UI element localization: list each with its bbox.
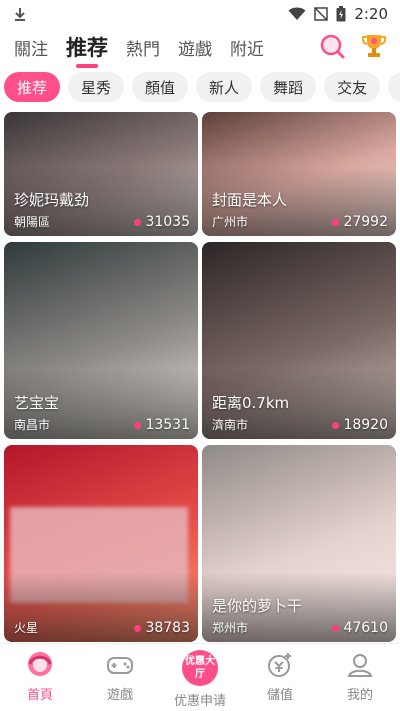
pill-music[interactable]: 音 xyxy=(388,72,400,102)
stream-title: 距离0.7km xyxy=(212,394,290,412)
viewer-count: 27992 xyxy=(332,214,388,230)
stream-card[interactable]: 艺宝宝 南昌市 13531 xyxy=(4,242,198,439)
download-icon xyxy=(15,8,25,21)
search-icon[interactable] xyxy=(318,32,346,60)
wifi-icon xyxy=(288,7,306,20)
stream-location: 火星 xyxy=(14,621,39,635)
promo-hall-icon: 优惠大厅 xyxy=(182,650,218,686)
live-dot-icon xyxy=(134,624,142,632)
viewer-count: 38783 xyxy=(134,620,190,636)
tab-recommend[interactable]: 推荐 xyxy=(66,32,108,68)
top-tabs: 關注 推荐 熱門 遊戲 附近 xyxy=(0,28,400,68)
live-dot-icon xyxy=(332,218,340,226)
stream-location: 郑州市 xyxy=(212,621,249,635)
stream-title: 艺宝宝 xyxy=(14,394,60,412)
stream-card[interactable]: 封面是本人 广州市 27992 xyxy=(202,112,396,236)
live-dot-icon xyxy=(332,624,340,632)
live-dot-icon xyxy=(134,218,142,226)
pill-newcomer[interactable]: 新人 xyxy=(196,72,253,102)
stream-card[interactable]: 珍妮玛戴劲 朝陽區 31035 xyxy=(4,112,198,236)
viewer-count: 18920 xyxy=(332,417,388,433)
pill-star-show[interactable]: 星秀 xyxy=(68,72,125,102)
nav-games[interactable]: 遊戲 xyxy=(80,644,160,711)
tab-follow[interactable]: 關注 xyxy=(14,35,48,60)
stream-card[interactable]: 距离0.7km 濟南市 18920 xyxy=(202,242,396,439)
gamepad-icon xyxy=(107,657,133,674)
coin-plus-icon xyxy=(268,653,291,677)
stream-grid: 珍妮玛戴劲 朝陽區 31035 封面是本人 广州市 27992 艺宝宝 南昌市 … xyxy=(0,112,400,642)
viewer-count: 13531 xyxy=(134,417,190,433)
home-girl-icon xyxy=(28,652,52,676)
nav-me[interactable]: 我的 xyxy=(320,644,400,711)
status-time: 2:20 xyxy=(354,5,388,23)
bottom-nav: 首頁 遊戲 优惠大厅 优惠申请 儲值 我的 xyxy=(0,643,400,711)
battery-icon xyxy=(336,6,346,22)
nav-promo[interactable]: 优惠大厅 优惠申请 xyxy=(160,644,240,711)
stream-title: 是你的萝卜干 xyxy=(212,597,303,615)
live-dot-icon xyxy=(332,421,340,429)
stream-location: 广州市 xyxy=(212,215,249,229)
stream-card[interactable]: 是你的萝卜干 郑州市 47610 xyxy=(202,445,396,642)
tab-games[interactable]: 遊戲 xyxy=(178,35,212,60)
stream-location: 濟南市 xyxy=(212,418,249,432)
pill-looks[interactable]: 顏值 xyxy=(132,72,189,102)
pill-recommend[interactable]: 推荐 xyxy=(4,72,61,102)
viewer-count: 47610 xyxy=(332,620,388,636)
user-icon xyxy=(347,654,373,677)
stream-location: 朝陽區 xyxy=(14,215,51,229)
nav-home[interactable]: 首頁 xyxy=(0,644,80,711)
stream-title: 封面是本人 xyxy=(212,191,288,209)
pill-friends[interactable]: 交友 xyxy=(324,72,381,102)
status-bar: 2:20 xyxy=(0,0,400,28)
nav-recharge[interactable]: 儲值 xyxy=(240,644,320,711)
tab-nearby[interactable]: 附近 xyxy=(230,35,264,60)
stream-title: 珍妮玛戴劲 xyxy=(14,191,90,209)
tab-hot[interactable]: 熱門 xyxy=(126,35,160,60)
category-pills: 推荐 星秀 顏值 新人 舞蹈 交友 音 xyxy=(0,72,400,104)
viewer-count: 31035 xyxy=(134,214,190,230)
stream-location: 南昌市 xyxy=(14,418,51,432)
no-signal-icon xyxy=(314,7,329,21)
stream-card[interactable]: 火星 38783 xyxy=(4,445,198,642)
trophy-icon[interactable] xyxy=(360,32,388,60)
live-dot-icon xyxy=(134,421,142,429)
pill-dance[interactable]: 舞蹈 xyxy=(260,72,317,102)
